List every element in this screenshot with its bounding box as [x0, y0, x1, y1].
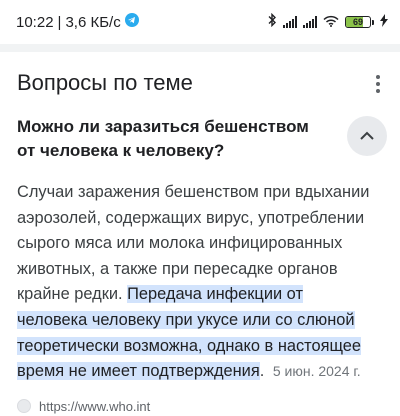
collapse-button[interactable] — [347, 116, 387, 156]
status-time: 10:22 — [16, 13, 54, 31]
answer-trailing: . — [259, 362, 265, 381]
status-right: 69 — [267, 12, 388, 31]
chevron-up-icon — [360, 131, 374, 140]
more-options-icon[interactable] — [370, 72, 386, 96]
status-separator: | — [57, 13, 62, 31]
network-speed: 3,6 КБ/с — [65, 13, 121, 31]
top-divider — [0, 44, 400, 52]
answer-date: 5 июн. 2024 г. — [272, 363, 361, 380]
section-title: Вопросы по теме — [17, 70, 193, 95]
question-row[interactable]: Можно ли заразиться бешенством от челове… — [17, 112, 387, 160]
telegram-icon — [124, 13, 139, 31]
wifi-icon — [323, 14, 339, 31]
bluetooth-icon — [267, 12, 277, 31]
source-link[interactable]: https://www.who.int — [17, 396, 377, 416]
answer-text: Случаи заражения бешенством при вдыхании… — [17, 180, 377, 385]
battery-level: 69 — [352, 16, 363, 27]
globe-icon — [17, 399, 31, 413]
status-left: 10:22 | 3,6 КБ/с — [16, 13, 139, 31]
signal-icon — [303, 16, 317, 28]
battery-icon: 69 — [345, 16, 374, 28]
signal-icon — [283, 16, 297, 28]
charging-icon — [380, 13, 388, 31]
status-bar: 10:22 | 3,6 КБ/с 69 — [0, 0, 400, 44]
section-header: Вопросы по теме — [17, 68, 392, 104]
question-text[interactable]: Можно ли заразиться бешенством от челове… — [17, 115, 317, 163]
source-url[interactable]: https://www.who.int — [39, 399, 150, 414]
